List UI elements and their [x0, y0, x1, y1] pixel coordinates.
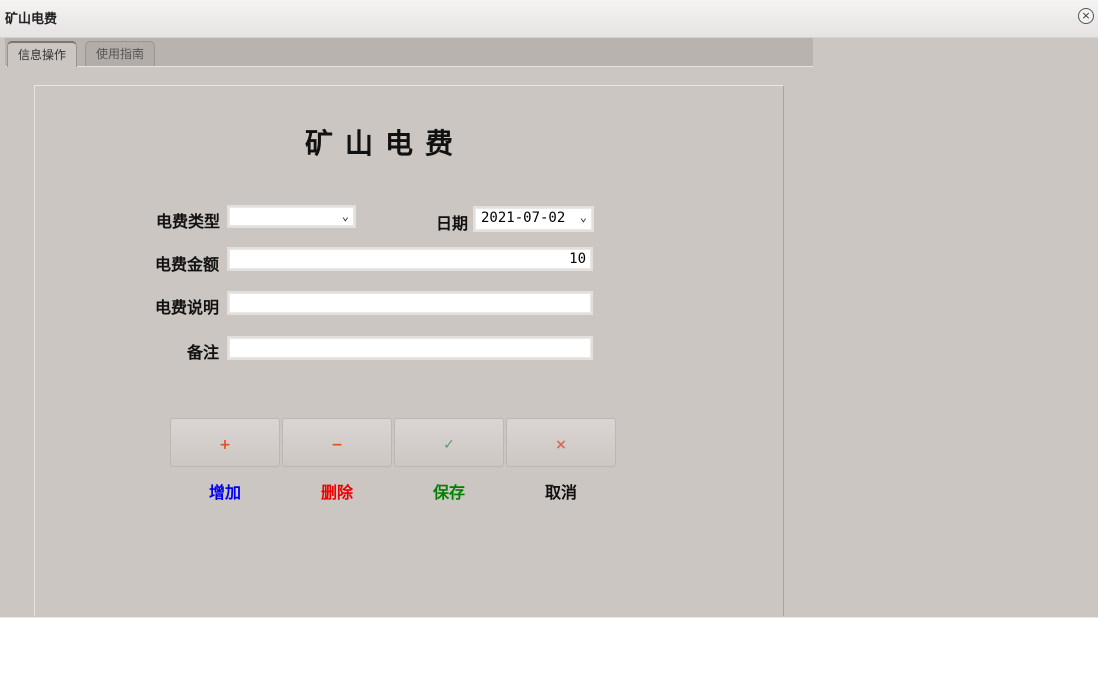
minus-icon: −: [331, 437, 343, 453]
description-label: 电费说明: [154, 298, 219, 317]
chevron-down-icon: ⌄: [579, 210, 587, 224]
add-button[interactable]: +: [170, 418, 280, 467]
tab-info-operation[interactable]: 信息操作: [7, 41, 78, 67]
amount-input[interactable]: 10: [229, 249, 591, 269]
title-bar: 矿山电费 ×: [0, 0, 1098, 38]
date-value: 2021-07-02: [481, 210, 566, 226]
window-title: 矿山电费: [5, 11, 58, 26]
remark-input[interactable]: [229, 338, 591, 358]
remark-label: 备注: [186, 343, 219, 362]
right-empty-panel: [813, 38, 1098, 615]
add-label[interactable]: 增加: [170, 479, 280, 503]
tab-user-guide[interactable]: 使用指南: [85, 41, 156, 66]
delete-button[interactable]: −: [282, 418, 392, 467]
date-label: 日期: [435, 214, 468, 233]
save-button[interactable]: ✓: [394, 418, 504, 467]
date-select[interactable]: 2021-07-02 ⌄: [475, 208, 592, 230]
cancel-button[interactable]: ×: [506, 418, 616, 467]
delete-label[interactable]: 删除: [282, 479, 392, 503]
amount-label: 电费金额: [154, 255, 219, 274]
chevron-down-icon: ⌄: [341, 209, 349, 223]
x-icon: ×: [555, 437, 567, 453]
close-icon[interactable]: ×: [1078, 8, 1094, 24]
page-title: 矿山电费: [304, 127, 465, 160]
fee-type-select[interactable]: ⌄: [229, 207, 354, 226]
tab-strip: 信息操作 使用指南: [5, 38, 813, 67]
check-icon: ✓: [443, 437, 455, 453]
fee-type-label: 电费类型: [155, 212, 220, 231]
plus-icon: +: [219, 437, 231, 453]
cancel-label[interactable]: 取消: [506, 479, 616, 503]
app-window: 矿山电费 × 信息操作 使用指南 矿山电费 电费类型 ⌄ 日期 2021-07-…: [0, 0, 1098, 618]
save-label[interactable]: 保存: [394, 479, 504, 503]
description-input[interactable]: [229, 293, 591, 313]
